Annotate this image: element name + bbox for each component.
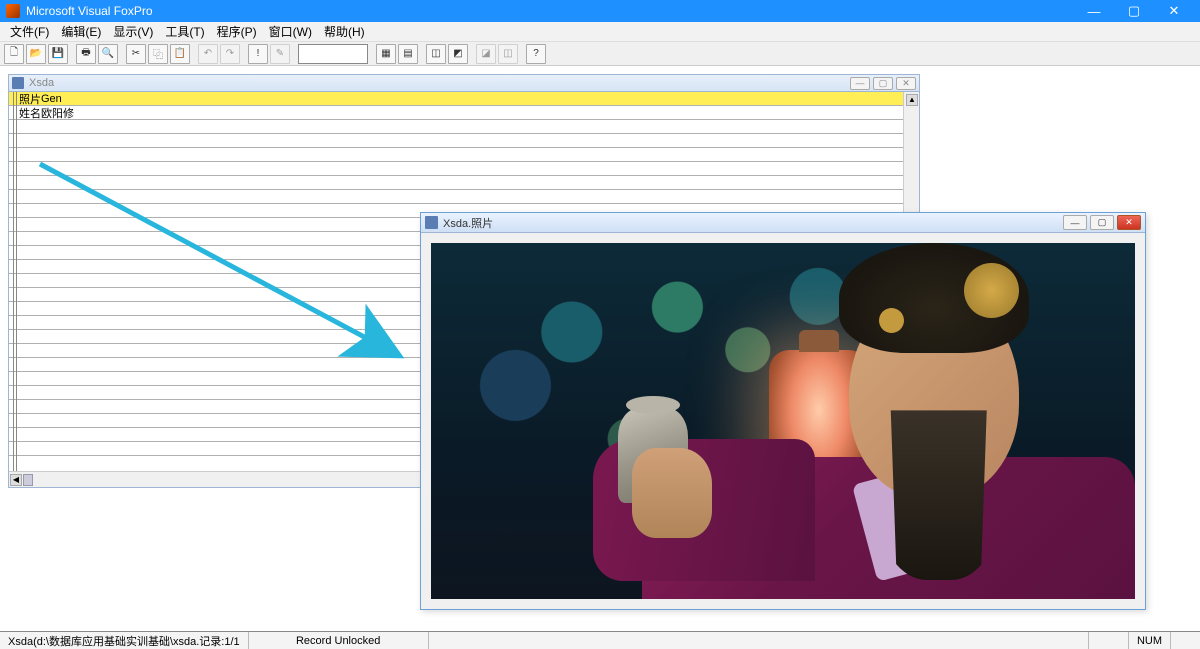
tb-print[interactable]: 🖶 [76, 44, 96, 64]
photo-body [421, 233, 1145, 609]
browse-titlebar[interactable]: Xsda — ▢ ✕ [9, 75, 919, 92]
photo-min-button[interactable]: — [1063, 215, 1087, 230]
tb-paste[interactable]: 📋 [170, 44, 190, 64]
tb-combo[interactable] [298, 44, 368, 64]
tb-copy[interactable]: ⿻ [148, 44, 168, 64]
scroll-thumb[interactable] [23, 474, 33, 486]
menu-window[interactable]: 窗口(W) [263, 21, 318, 42]
blank-row [9, 148, 919, 162]
tb-save[interactable]: 💾 [48, 44, 68, 64]
tb-run[interactable]: ! [248, 44, 268, 64]
general-field-icon [425, 216, 438, 229]
status-num: NUM [1128, 632, 1170, 649]
tb-preview[interactable]: 🔍 [98, 44, 118, 64]
embedded-image [431, 243, 1135, 599]
photo-window: Xsda.照片 — ▢ ✕ [420, 212, 1146, 610]
tb-db2[interactable]: ◩ [448, 44, 468, 64]
blank-row [9, 176, 919, 190]
foxpro-icon [6, 4, 20, 18]
blank-row [9, 190, 919, 204]
menu-program[interactable]: 程序(P) [211, 21, 263, 42]
menu-tools[interactable]: 工具(T) [159, 21, 210, 42]
minimize-button[interactable]: — [1074, 0, 1114, 22]
status-bar: Xsda(d:\数据库应用基础实训基础\xsda.记录:1/1 Record U… [0, 631, 1200, 649]
scroll-left-icon[interactable]: ◀ [10, 474, 22, 486]
photo-max-button[interactable]: ▢ [1090, 215, 1114, 230]
tb-help[interactable]: ? [526, 44, 546, 64]
menu-view[interactable]: 显示(V) [107, 21, 159, 42]
menu-bar: 文件(F) 编辑(E) 显示(V) 工具(T) 程序(P) 窗口(W) 帮助(H… [0, 22, 1200, 42]
tb-w2[interactable]: ◫ [498, 44, 518, 64]
photo-close-button[interactable]: ✕ [1117, 215, 1141, 230]
tb-new[interactable]: 🗋 [4, 44, 24, 64]
table-icon [12, 77, 24, 89]
tb-w1[interactable]: ◪ [476, 44, 496, 64]
menu-file[interactable]: 文件(F) [4, 21, 55, 42]
toolbar: 🗋 📂 💾 🖶 🔍 ✂ ⿻ 📋 ↶ ↷ ! ✎ ▦ ▤ ◫ ◩ ◪ ◫ ? [0, 42, 1200, 66]
browse-close-button[interactable]: ✕ [896, 77, 916, 90]
field-row-photo[interactable]: 照片Gen [9, 92, 919, 106]
tb-cut[interactable]: ✂ [126, 44, 146, 64]
app-title: Microsoft Visual FoxPro [26, 4, 1074, 18]
tb-report[interactable]: ▤ [398, 44, 418, 64]
field-row-name[interactable]: 姓名欧阳修 [9, 106, 919, 120]
tb-form[interactable]: ▦ [376, 44, 396, 64]
scroll-up-icon[interactable]: ▲ [906, 94, 918, 106]
app-titlebar: Microsoft Visual FoxPro — ▢ ✕ [0, 0, 1200, 22]
status-lock: Record Unlocked [249, 632, 429, 649]
mdi-area: Xsda — ▢ ✕ 照片Gen 姓名欧阳修 [0, 66, 1200, 631]
tb-open[interactable]: 📂 [26, 44, 46, 64]
blank-row [9, 162, 919, 176]
close-button[interactable]: ✕ [1154, 0, 1194, 22]
tb-db1[interactable]: ◫ [426, 44, 446, 64]
browse-max-button[interactable]: ▢ [873, 77, 893, 90]
browse-min-button[interactable]: — [850, 77, 870, 90]
status-path: Xsda(d:\数据库应用基础实训基础\xsda.记录:1/1 [0, 632, 249, 649]
menu-help[interactable]: 帮助(H) [318, 21, 371, 42]
photo-titlebar[interactable]: Xsda.照片 — ▢ ✕ [421, 213, 1145, 233]
menu-edit[interactable]: 编辑(E) [55, 21, 107, 42]
maximize-button[interactable]: ▢ [1114, 0, 1154, 22]
tb-undo[interactable]: ↶ [198, 44, 218, 64]
photo-title: Xsda.照片 [443, 215, 1060, 231]
browse-title: Xsda [29, 77, 847, 89]
tb-modify[interactable]: ✎ [270, 44, 290, 64]
blank-row [9, 120, 919, 134]
blank-row [9, 134, 919, 148]
tb-redo[interactable]: ↷ [220, 44, 240, 64]
